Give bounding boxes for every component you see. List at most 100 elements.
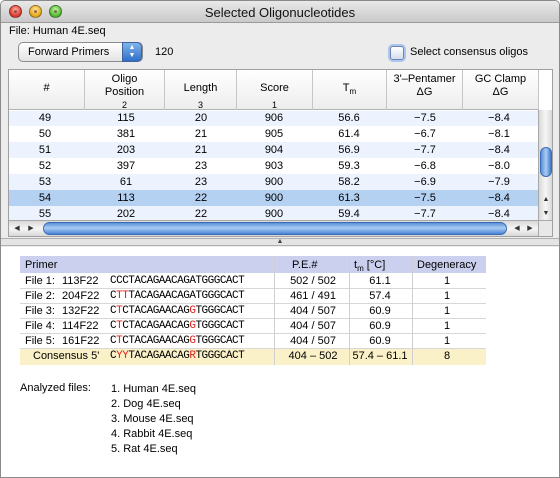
cell-score: 900 — [264, 176, 284, 188]
table-row[interactable]: 54 113 22 900 61.3 −7.5 −8.4 — [9, 190, 539, 206]
column-header-pentamer-dg[interactable]: 3'–Pentamer ΔG — [387, 70, 463, 110]
scroll-down-arrow-icon[interactable]: ▼ — [539, 207, 553, 221]
cell-tm: 59.3 — [338, 160, 360, 172]
analyzed-files-list: 1. Human 4E.seq 2. Dog 4E.seq 3. Mouse 4E.… — [111, 382, 196, 457]
cell-score: 900 — [264, 208, 284, 220]
vertical-scrollbar[interactable]: ▲ ▼ — [538, 110, 552, 221]
pe-value: 461 / 491 — [290, 290, 336, 302]
primer-column-header: Primer — [25, 259, 58, 271]
file-label: File 3: — [25, 305, 55, 317]
cell-score: 906 — [264, 112, 284, 124]
pe-value: 404 / 507 — [290, 335, 336, 347]
primer-id: 113F22 — [62, 275, 99, 287]
cell-number: 51 — [38, 144, 52, 156]
consensus-file-row[interactable]: File 3: 132F22 CTCTACAGAACAGGTGGGCACT 404 /… — [20, 304, 486, 319]
consensus-file-row[interactable]: File 1: 113F22 CCCTACAGAACAGATGGGCACT 502 /… — [20, 274, 486, 289]
primer-id: 114F22 — [62, 320, 99, 332]
column-header-score[interactable]: Score 1 — [237, 70, 313, 110]
scroll-right-arrow-icon[interactable]: ▶ — [25, 221, 37, 236]
consensus-file-row[interactable]: File 5: 161F22 CTCTACAGAACAGGTGGGCACT 404 /… — [20, 334, 486, 349]
consensus-checkbox[interactable] — [390, 46, 404, 60]
cell-tm: 61.4 — [338, 128, 360, 140]
column-header-tm[interactable]: Tm — [313, 70, 387, 110]
tm-value: 60.9 — [369, 320, 391, 332]
tm-column-header: tm [°C] — [354, 259, 386, 274]
cell-number: 52 — [38, 160, 52, 172]
column-header-label: # — [43, 82, 50, 94]
tm-value: 60.9 — [369, 335, 391, 347]
primer-sequence: CTCTACAGAACAGGTGGGCACT — [110, 335, 245, 347]
cell-pentamer-dg: −6.8 — [414, 160, 436, 172]
cell-gc-clamp-dg: −8.0 — [488, 160, 510, 172]
cell-pentamer-dg: −7.5 — [414, 112, 436, 124]
table-row[interactable]: 52 397 23 903 59.3 −6.8 −8.0 — [9, 158, 539, 174]
cell-length: 22 — [194, 192, 208, 204]
file-label: File 1: — [25, 275, 55, 287]
cell-pentamer-dg: −7.7 — [414, 144, 436, 156]
primer-type-popup[interactable]: Forward Primers ▲ ▼ — [18, 42, 143, 62]
horizontal-scrollbar[interactable]: ◀ ▶ ◀ ▶ — [9, 220, 539, 236]
cell-gc-clamp-dg: −8.4 — [488, 192, 510, 204]
sort-order-number: 1 — [271, 100, 277, 110]
table-row[interactable]: 51 203 21 904 56.9 −7.7 −8.4 — [9, 142, 539, 158]
column-header-number[interactable]: # — [9, 70, 85, 110]
cell-gc-clamp-dg: −8.4 — [488, 112, 510, 124]
consensus-checkbox-label[interactable]: Select consensus oligos — [410, 46, 528, 58]
cell-oligo-position: 397 — [116, 160, 136, 172]
table-row[interactable]: 55 202 22 900 59.4 −7.7 −8.4 — [9, 206, 539, 221]
primer-sequence: CTCTACAGAACAGGTGGGCACT — [110, 305, 245, 317]
column-header-length[interactable]: Length 3 — [165, 70, 237, 110]
cell-length: 23 — [194, 160, 208, 172]
primer-id: 161F22 — [62, 335, 100, 347]
tm-value: 60.9 — [369, 305, 391, 317]
column-header-gc-clamp-dg[interactable]: GC Clamp ΔG — [463, 70, 539, 110]
primer-id: 132F22 — [62, 305, 100, 317]
window-title: Selected Oligonucleotides — [204, 5, 356, 20]
primer-sequence: CCCTACAGAACAGATGGGCACT — [110, 275, 245, 287]
cell-score: 904 — [264, 144, 284, 156]
consensus-file-row[interactable]: File 4: 114F22 CTCTACAGAACAGGTGGGCACT 404 /… — [20, 319, 486, 334]
scroll-left-arrow-icon[interactable]: ◀ — [11, 221, 23, 236]
oligo-count: 120 — [155, 46, 174, 58]
cell-oligo-position: 202 — [116, 208, 136, 220]
cell-number: 55 — [38, 208, 52, 220]
consensus-row[interactable]: Consensus 5' CYYTACAGAACAGRTGGGCACT 404 – … — [20, 349, 486, 365]
consensus-pane: Primer P.E.# tm [°C] Degeneracy File 1: 1… — [1, 247, 559, 477]
consensus-file-row[interactable]: File 2: 204F22 CTTTACAGAACAGATGGGCACT 461 /… — [20, 289, 486, 304]
cell-number: 54 — [38, 192, 52, 204]
main-window: Selected Oligonucleotides File: Human 4E… — [0, 0, 560, 478]
sort-order-number: 3 — [197, 100, 203, 110]
cell-tm: 58.2 — [338, 176, 360, 188]
scroll-left-arrow-end-icon[interactable]: ◀ — [511, 221, 523, 236]
tm-value: 61.1 — [369, 275, 391, 287]
table-row[interactable]: 49 115 20 906 56.6 −7.5 −8.4 — [9, 111, 539, 126]
table-row[interactable]: 50 381 21 905 61.4 −6.7 −8.1 — [9, 126, 539, 142]
horizontal-scroll-thumb[interactable] — [43, 222, 507, 235]
scroll-up-arrow-icon[interactable]: ▲ — [539, 193, 553, 207]
analyzed-files-label: Analyzed files: — [20, 382, 91, 394]
cell-oligo-position: 203 — [116, 144, 136, 156]
vertical-scroll-thumb[interactable] — [540, 147, 552, 177]
column-header-oligo-position[interactable]: Oligo Position 2 — [85, 70, 165, 110]
analyzed-file-item: 4. Rabbit 4E.seq — [111, 428, 193, 440]
title-bar[interactable]: Selected Oligonucleotides — [1, 1, 559, 23]
consensus-table-header: Primer P.E.# tm [°C] Degeneracy — [20, 256, 486, 273]
collapse-arrow-icon[interactable]: ▲ — [277, 238, 284, 245]
cell-oligo-position: 113 — [117, 192, 135, 204]
file-label: File 4: — [25, 320, 55, 332]
cell-number: 53 — [38, 176, 52, 188]
scroll-corner — [538, 220, 552, 236]
analyzed-file-item: 2. Dog 4E.seq — [111, 398, 181, 410]
pe-value: 502 / 502 — [290, 275, 336, 287]
pe-value: 404 – 502 — [288, 350, 338, 362]
degeneracy-column-header: Degeneracy — [417, 259, 477, 271]
scroll-right-arrow-end-icon[interactable]: ▶ — [524, 221, 536, 236]
degeneracy-value: 1 — [443, 320, 451, 332]
column-header-label: Length — [183, 82, 218, 94]
cell-length: 22 — [194, 208, 208, 220]
cell-number: 49 — [38, 112, 52, 124]
cell-gc-clamp-dg: −8.4 — [488, 208, 510, 220]
table-row[interactable]: 53 61 23 900 58.2 −6.9 −7.9 — [9, 174, 539, 190]
split-view-divider[interactable]: ▲ — [1, 238, 559, 246]
cell-length: 23 — [194, 176, 208, 188]
